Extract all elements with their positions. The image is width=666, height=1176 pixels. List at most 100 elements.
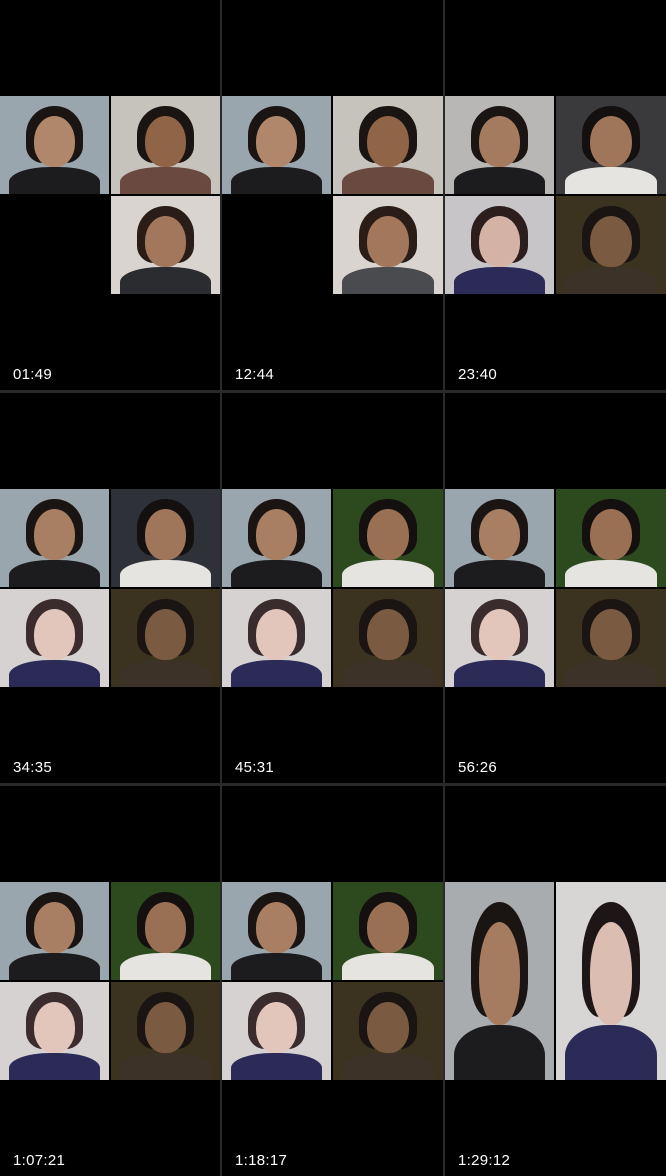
participant-shirt [8,952,101,980]
participant-face [478,921,521,1025]
participant-video [111,982,220,1080]
participant-shirt [230,1052,323,1080]
participant-face [478,508,521,560]
participant-shirt [564,659,658,687]
duration-label: 1:07:21 [13,1152,66,1169]
participant-face [367,901,409,953]
participant-video [556,489,666,587]
participant-face [478,115,521,167]
participant-shirt [119,166,212,194]
call-preview [0,882,220,1080]
participant-face [367,115,409,167]
participant-shirt [564,266,658,294]
video-thumbnail-2[interactable]: 12:44 [222,0,443,390]
participant-shirt [453,166,546,194]
video-thumbnail-9[interactable]: 1:29:12 [445,786,666,1176]
participant-shirt [8,559,101,587]
participant-face [590,608,632,660]
call-preview [0,489,220,687]
participant-video [222,982,331,1080]
participant-face [144,115,187,167]
participant-shirt [341,952,435,980]
participant-video [445,589,554,687]
duration-label: 56:26 [458,759,498,776]
participant-face [367,1001,409,1053]
participant-shirt [8,166,101,194]
participant-video [0,96,109,194]
participant-video [556,882,666,1080]
participant-shirt [341,659,435,687]
duration-label: 1:18:17 [235,1152,288,1169]
participant-shirt [119,559,212,587]
participant-video [222,96,331,194]
duration-label: 1:29:12 [458,1152,511,1169]
participant-video [111,196,220,294]
participant-shirt [119,952,212,980]
video-thumbnail-7[interactable]: 1:07:21 [0,786,220,1176]
duration-label: 23:40 [458,366,498,383]
participant-video [111,589,220,687]
participant-shirt [453,1024,546,1080]
participant-video [445,96,554,194]
call-preview [222,882,443,1080]
video-thumbnail-grid: 01:49 12:44 23:40 34:35 45:31 56:26 1:07:21 1:1… [0,0,666,1176]
participant-video [556,196,666,294]
participant-video [556,589,666,687]
participant-video [222,882,331,980]
participant-video [445,489,554,587]
participant-face [590,215,632,267]
call-preview [445,489,666,687]
participant-shirt [564,1024,658,1080]
participant-shirt [564,559,658,587]
video-thumbnail-4[interactable]: 34:35 [0,393,220,783]
participant-shirt [8,1052,101,1080]
participant-video [111,489,220,587]
participant-face [255,901,298,953]
participant-video [333,489,443,587]
participant-face [478,215,521,267]
participant-video [0,982,109,1080]
participant-shirt [453,659,546,687]
video-thumbnail-6[interactable]: 56:26 [445,393,666,783]
participant-shirt [119,1052,212,1080]
participant-shirt [341,166,435,194]
participant-video [111,882,220,980]
participant-shirt [453,266,546,294]
duration-label: 45:31 [235,759,275,776]
participant-face [367,215,409,267]
participant-video [333,196,443,294]
participant-shirt [230,559,323,587]
participant-video [0,589,109,687]
participant-video [333,96,443,194]
video-thumbnail-5[interactable]: 45:31 [222,393,443,783]
participant-video [0,489,109,587]
participant-face [478,608,521,660]
call-preview [445,96,666,294]
call-preview [222,489,443,687]
participant-video [222,489,331,587]
participant-face [255,608,298,660]
participant-shirt [230,166,323,194]
participant-shirt [341,1052,435,1080]
participant-video [111,96,220,194]
video-thumbnail-1[interactable]: 01:49 [0,0,220,390]
call-preview [0,96,220,294]
participant-video [333,589,443,687]
participant-video [445,882,554,1080]
participant-face [255,115,298,167]
participant-face [33,901,76,953]
participant-video [333,982,443,1080]
participant-shirt [230,952,323,980]
participant-face [144,901,187,953]
video-thumbnail-8[interactable]: 1:18:17 [222,786,443,1176]
participant-face [144,215,187,267]
participant-shirt [119,266,212,294]
duration-label: 12:44 [235,366,275,383]
call-preview [445,882,666,1080]
participant-face [144,608,187,660]
participant-face [33,608,76,660]
duration-label: 34:35 [13,759,53,776]
video-thumbnail-3[interactable]: 23:40 [445,0,666,390]
participant-face [590,115,632,167]
participant-face [33,508,76,560]
